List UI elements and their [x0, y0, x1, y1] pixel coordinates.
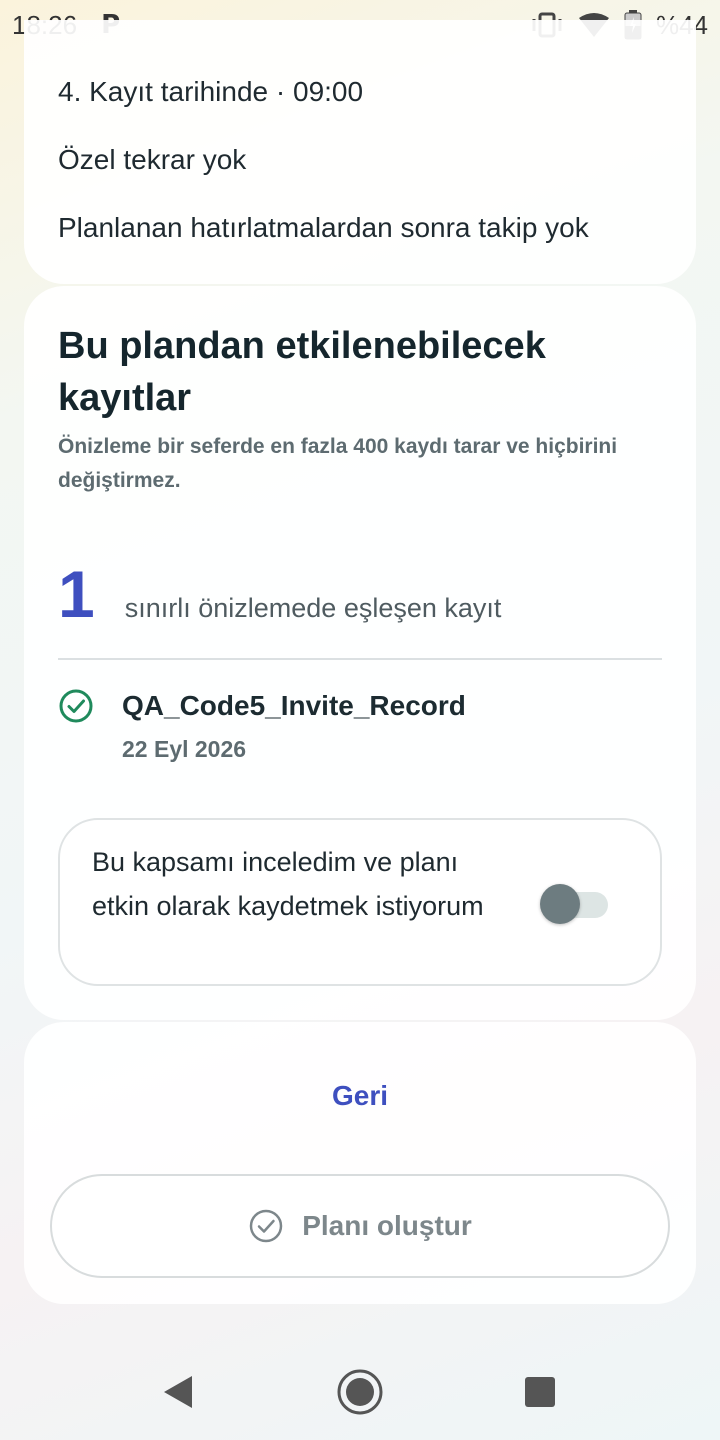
recent-apps-square-icon[interactable] — [524, 1376, 556, 1408]
navigation-bar — [0, 1340, 720, 1440]
match-count-label: sınırlı önizlemede eşleşen kayıt — [124, 593, 502, 623]
switch-thumb — [540, 884, 580, 924]
schedule-summary-card: 4. Kayıt tarihinde · 09:00 Özel tekrar y… — [24, 20, 696, 284]
affected-records-subtitle: Önizleme bir seferde en fazla 400 kaydı … — [58, 435, 618, 492]
create-plan-label: Planı oluştur — [302, 1210, 472, 1241]
schedule-repeat-info: Özel tekrar yok — [58, 144, 247, 175]
match-count: 1 — [58, 557, 95, 631]
consent-switch[interactable] — [540, 884, 610, 924]
affected-records-card: Bu plandan etkilenebilecek kayıtlar Öniz… — [24, 286, 696, 1020]
back-button[interactable]: Geri — [24, 1080, 696, 1112]
check-circle-icon — [249, 1209, 283, 1243]
record-name: QA_Code5_Invite_Record — [122, 690, 466, 721]
divider — [58, 658, 662, 660]
schedule-followup-info: Planlanan hatırlatmalardan sonra takip y… — [58, 212, 589, 243]
create-plan-button[interactable]: Planı oluştur — [50, 1174, 670, 1278]
schedule-reminder-time: 4. Kayıt tarihinde · 09:00 — [58, 76, 364, 107]
record-date: 22 Eyl 2026 — [122, 736, 247, 762]
home-circle-icon[interactable] — [336, 1368, 384, 1416]
actions-card: Geri Planı oluştur — [24, 1022, 696, 1304]
list-item[interactable]: QA_Code5_Invite_Record 22 Eyl 2026 — [58, 686, 466, 763]
match-count-row: 1 sınırlı önizlemede eşleşen kayıt — [58, 556, 501, 632]
consent-toggle-row[interactable]: Bu kapsamı inceledim ve planı etkin olar… — [58, 818, 662, 986]
check-circle-icon — [59, 689, 93, 723]
affected-records-title: Bu plandan etkilenebilecek kayıtlar — [58, 325, 546, 419]
back-triangle-icon[interactable] — [160, 1374, 196, 1410]
consent-label: Bu kapsamı inceledim ve planı etkin olar… — [92, 847, 484, 921]
